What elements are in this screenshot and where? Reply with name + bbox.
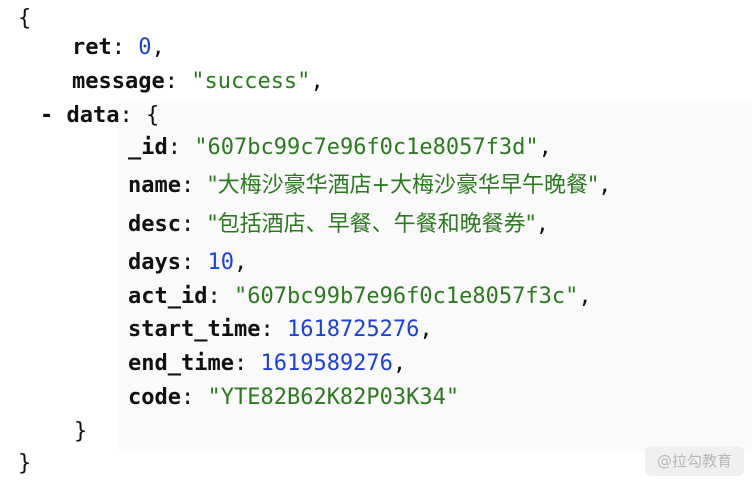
watermark: @拉勾教育	[644, 446, 744, 476]
name-value: "大梅沙豪华酒店+大梅沙豪华早午晚餐"	[207, 173, 599, 198]
act-id-value: "607bc99b7e96f0c1e8057f3c"	[233, 284, 579, 309]
desc-line: desc: "包括酒店、早餐、午餐和晚餐券",	[128, 212, 549, 237]
days-value: 10	[207, 250, 234, 275]
end-time-line: end_time: 1619589276,	[128, 351, 407, 376]
name-line: name: "大梅沙豪华酒店+大梅沙豪华早午晚餐",	[128, 173, 612, 198]
id-value: "607bc99c7e96f0c1e8057f3d"	[194, 135, 539, 160]
id-key: _id	[128, 135, 168, 160]
days-line: days: 10,	[128, 250, 248, 275]
code-key: code	[128, 385, 181, 410]
ret-line: ret: 0,	[72, 35, 165, 60]
start-time-line: start_time: 1618725276,	[128, 317, 433, 342]
desc-value: "包括酒店、早餐、午餐和晚餐券"	[207, 212, 536, 237]
root-open-brace: {	[18, 6, 32, 31]
data-line: - data: {	[40, 103, 160, 128]
root-close-brace: }	[18, 451, 32, 476]
message-key: message	[72, 69, 165, 94]
days-key: days	[128, 250, 181, 275]
message-value: "success"	[191, 69, 311, 94]
start-time-value: 1618725276	[286, 317, 420, 342]
root-open-line: {	[18, 4, 31, 34]
root-close-line: }	[18, 449, 31, 479]
data-close-line: }	[74, 417, 87, 447]
data-close-brace: }	[74, 419, 88, 444]
act-id-line: act_id: "607bc99b7e96f0c1e8057f3c",	[128, 284, 592, 309]
desc-key: desc	[128, 212, 181, 237]
data-key: data	[66, 103, 120, 128]
start-time-key: start_time	[128, 317, 261, 342]
code-line: code: "YTE82B62K82P03K34"	[128, 385, 460, 410]
message-line: message: "success",	[72, 69, 324, 94]
name-key: name	[128, 173, 181, 198]
ret-key: ret	[72, 35, 112, 60]
ret-value: 0	[138, 35, 152, 60]
json-viewer: { ret: 0, message: "success", - data: { …	[0, 0, 756, 486]
code-value: "YTE82B62K82P03K34"	[207, 385, 460, 410]
end-time-value: 1619589276	[260, 351, 393, 376]
end-time-key: end_time	[128, 351, 234, 376]
id-line: _id: "607bc99c7e96f0c1e8057f3d",	[128, 135, 552, 160]
collapse-toggle[interactable]: -	[40, 103, 53, 128]
act-id-key: act_id	[128, 284, 208, 309]
data-open-brace: {	[145, 103, 160, 128]
